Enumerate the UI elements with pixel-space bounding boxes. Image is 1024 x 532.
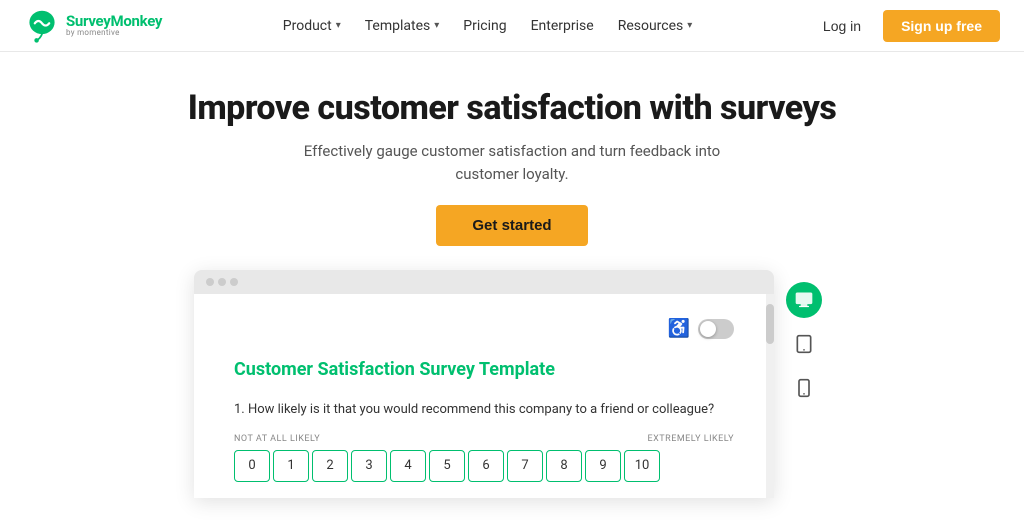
likert-number-3[interactable]: 3 <box>351 450 387 482</box>
get-started-button[interactable]: Get started <box>436 205 587 246</box>
tablet-icon <box>794 334 814 354</box>
nav-resources[interactable]: Resources ▾ <box>608 12 703 40</box>
logo[interactable]: SurveyMonkey by momentive <box>24 8 162 44</box>
hero-subheading: Effectively gauge customer satisfaction … <box>302 140 722 185</box>
browser-dots <box>206 278 238 286</box>
chevron-down-icon: ▾ <box>336 20 341 31</box>
scrollbar[interactable] <box>766 294 774 498</box>
browser-dot-2 <box>218 278 226 286</box>
main-nav: Product ▾ Templates ▾ Pricing Enterprise… <box>273 12 703 40</box>
browser-window: ♿ Customer Satisfaction Survey Template … <box>194 270 774 498</box>
nav-pricing[interactable]: Pricing <box>453 12 516 40</box>
accessibility-icon: ♿ <box>668 318 690 339</box>
nav-enterprise[interactable]: Enterprise <box>521 12 604 40</box>
likert-label-left: NOT AT ALL LIKELY <box>234 434 320 444</box>
likert-number-10[interactable]: 10 <box>624 450 660 482</box>
nav-templates[interactable]: Templates ▾ <box>355 12 450 40</box>
desktop-view-button[interactable] <box>786 282 822 318</box>
browser-dot-3 <box>230 278 238 286</box>
likert-number-0[interactable]: 0 <box>234 450 270 482</box>
tablet-view-button[interactable] <box>786 326 822 362</box>
likert-number-6[interactable]: 6 <box>468 450 504 482</box>
browser-content: ♿ Customer Satisfaction Survey Template … <box>194 294 774 498</box>
hero-heading: Improve customer satisfaction with surve… <box>20 88 1004 128</box>
likert-numbers: 012345678910 <box>234 450 734 482</box>
mobile-icon <box>794 378 814 398</box>
nav-product[interactable]: Product ▾ <box>273 12 351 40</box>
browser-dot-1 <box>206 278 214 286</box>
logo-icon <box>24 8 60 44</box>
chevron-down-icon: ▾ <box>434 20 439 31</box>
signup-button[interactable]: Sign up free <box>883 10 1000 42</box>
likert-number-2[interactable]: 2 <box>312 450 348 482</box>
likert-number-4[interactable]: 4 <box>390 450 426 482</box>
scrollbar-thumb <box>766 304 774 344</box>
header-actions: Log in Sign up free <box>813 10 1000 42</box>
preview-section: ♿ Customer Satisfaction Survey Template … <box>0 270 1024 498</box>
login-button[interactable]: Log in <box>813 12 871 40</box>
survey-title: Customer Satisfaction Survey Template <box>234 359 734 380</box>
likert-label-right: EXTREMELY LIKELY <box>648 434 734 444</box>
device-panel <box>778 274 830 414</box>
survey-question: 1. How likely is it that you would recom… <box>234 400 734 420</box>
likert-number-5[interactable]: 5 <box>429 450 465 482</box>
chevron-down-icon: ▾ <box>687 20 692 31</box>
hero-section: Improve customer satisfaction with surve… <box>0 52 1024 270</box>
likert-scale: NOT AT ALL LIKELY EXTREMELY LIKELY 01234… <box>234 434 734 482</box>
browser-chrome <box>194 270 774 294</box>
header: SurveyMonkey by momentive Product ▾ Temp… <box>0 0 1024 52</box>
desktop-icon <box>794 290 814 310</box>
likert-number-1[interactable]: 1 <box>273 450 309 482</box>
survey-controls: ♿ <box>234 318 734 339</box>
mobile-view-button[interactable] <box>786 370 822 406</box>
likert-number-9[interactable]: 9 <box>585 450 621 482</box>
likert-number-7[interactable]: 7 <box>507 450 543 482</box>
logo-tagline: by momentive <box>66 29 162 37</box>
likert-number-8[interactable]: 8 <box>546 450 582 482</box>
toggle-switch[interactable] <box>698 319 734 339</box>
likert-labels: NOT AT ALL LIKELY EXTREMELY LIKELY <box>234 434 734 444</box>
logo-name: SurveyMonkey <box>66 14 162 29</box>
